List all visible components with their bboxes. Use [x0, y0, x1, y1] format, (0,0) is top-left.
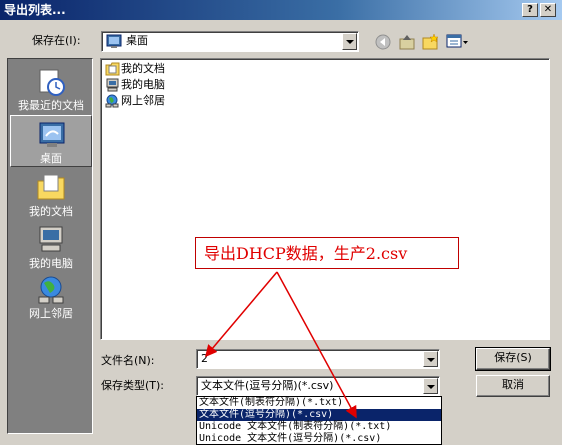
- back-icon[interactable]: [374, 33, 394, 51]
- place-my-computer[interactable]: 我的电脑: [10, 221, 92, 273]
- dropdown-option[interactable]: Unicode 文本文件(逗号分隔)(*.csv): [197, 433, 441, 445]
- chevron-down-icon[interactable]: [423, 351, 438, 367]
- file-name: 网上邻居: [121, 94, 165, 107]
- dropdown-option-selected[interactable]: 文本文件(逗号分隔)(*.csv): [197, 409, 441, 421]
- location-value: 桌面: [126, 34, 148, 47]
- file-name: 我的电脑: [121, 78, 165, 91]
- cancel-button[interactable]: 取消: [476, 375, 550, 397]
- computer-icon: [106, 78, 119, 92]
- save-in-label: 保存在(I):: [32, 34, 81, 47]
- place-label: 我最近的文档: [18, 99, 84, 112]
- title-bar: 导出列表... ? ✕: [0, 0, 562, 20]
- dropdown-option[interactable]: 文本文件(制表符分隔)(*.txt): [197, 397, 441, 409]
- up-folder-icon[interactable]: [398, 33, 418, 51]
- window-title: 导出列表...: [4, 3, 66, 17]
- file-list[interactable]: 我的文档 我的电脑 网上邻居: [100, 58, 550, 340]
- place-desktop[interactable]: 桌面: [10, 115, 92, 167]
- filename-label: 文件名(N):: [101, 354, 155, 367]
- place-my-documents[interactable]: 我的文档: [10, 169, 92, 221]
- annotation-box: 导出DHCP数据，生产2.csv: [195, 237, 459, 269]
- filetype-select[interactable]: 文本文件(逗号分隔)(*.csv): [196, 376, 440, 396]
- network-places-icon: [38, 276, 64, 304]
- desktop-small-icon: [106, 34, 122, 48]
- filename-value: 2: [201, 352, 208, 365]
- chevron-down-icon[interactable]: [423, 378, 438, 394]
- close-button[interactable]: ✕: [540, 3, 556, 17]
- file-name: 我的文档: [121, 62, 165, 75]
- filetype-dropdown-list: 文本文件(制表符分隔)(*.txt) 文本文件(逗号分隔)(*.csv) Uni…: [196, 396, 442, 445]
- desktop-icon: [39, 122, 65, 147]
- place-network[interactable]: 网上邻居: [10, 271, 92, 323]
- place-label: 我的电脑: [29, 257, 73, 270]
- places-bar: 我最近的文档 桌面 我的文档 我的电脑 网上邻居: [7, 58, 93, 434]
- recent-documents-icon: [39, 69, 65, 96]
- save-button[interactable]: 保存(S): [475, 347, 551, 371]
- new-folder-icon[interactable]: [421, 33, 441, 51]
- place-label: 桌面: [40, 152, 62, 165]
- place-label: 我的文档: [29, 205, 73, 218]
- chevron-down-icon[interactable]: [342, 33, 357, 50]
- my-documents-icon: [37, 174, 65, 200]
- filetype-value: 文本文件(逗号分隔)(*.csv): [201, 379, 334, 392]
- annotation-text: 导出DHCP数据，生产2.csv: [204, 244, 408, 263]
- filetype-label: 保存类型(T):: [101, 379, 165, 392]
- filename-input[interactable]: 2: [196, 349, 440, 369]
- dropdown-option[interactable]: Unicode 文本文件(制表符分隔)(*.txt): [197, 421, 441, 433]
- location-combo[interactable]: 桌面: [101, 31, 359, 52]
- view-menu-icon[interactable]: [446, 33, 470, 51]
- place-label: 网上邻居: [29, 307, 73, 320]
- folder-documents-icon: [105, 62, 120, 76]
- my-computer-icon: [39, 226, 63, 252]
- place-recent-documents[interactable]: 我最近的文档: [10, 63, 92, 115]
- help-button[interactable]: ?: [522, 3, 538, 17]
- network-icon: [105, 94, 119, 108]
